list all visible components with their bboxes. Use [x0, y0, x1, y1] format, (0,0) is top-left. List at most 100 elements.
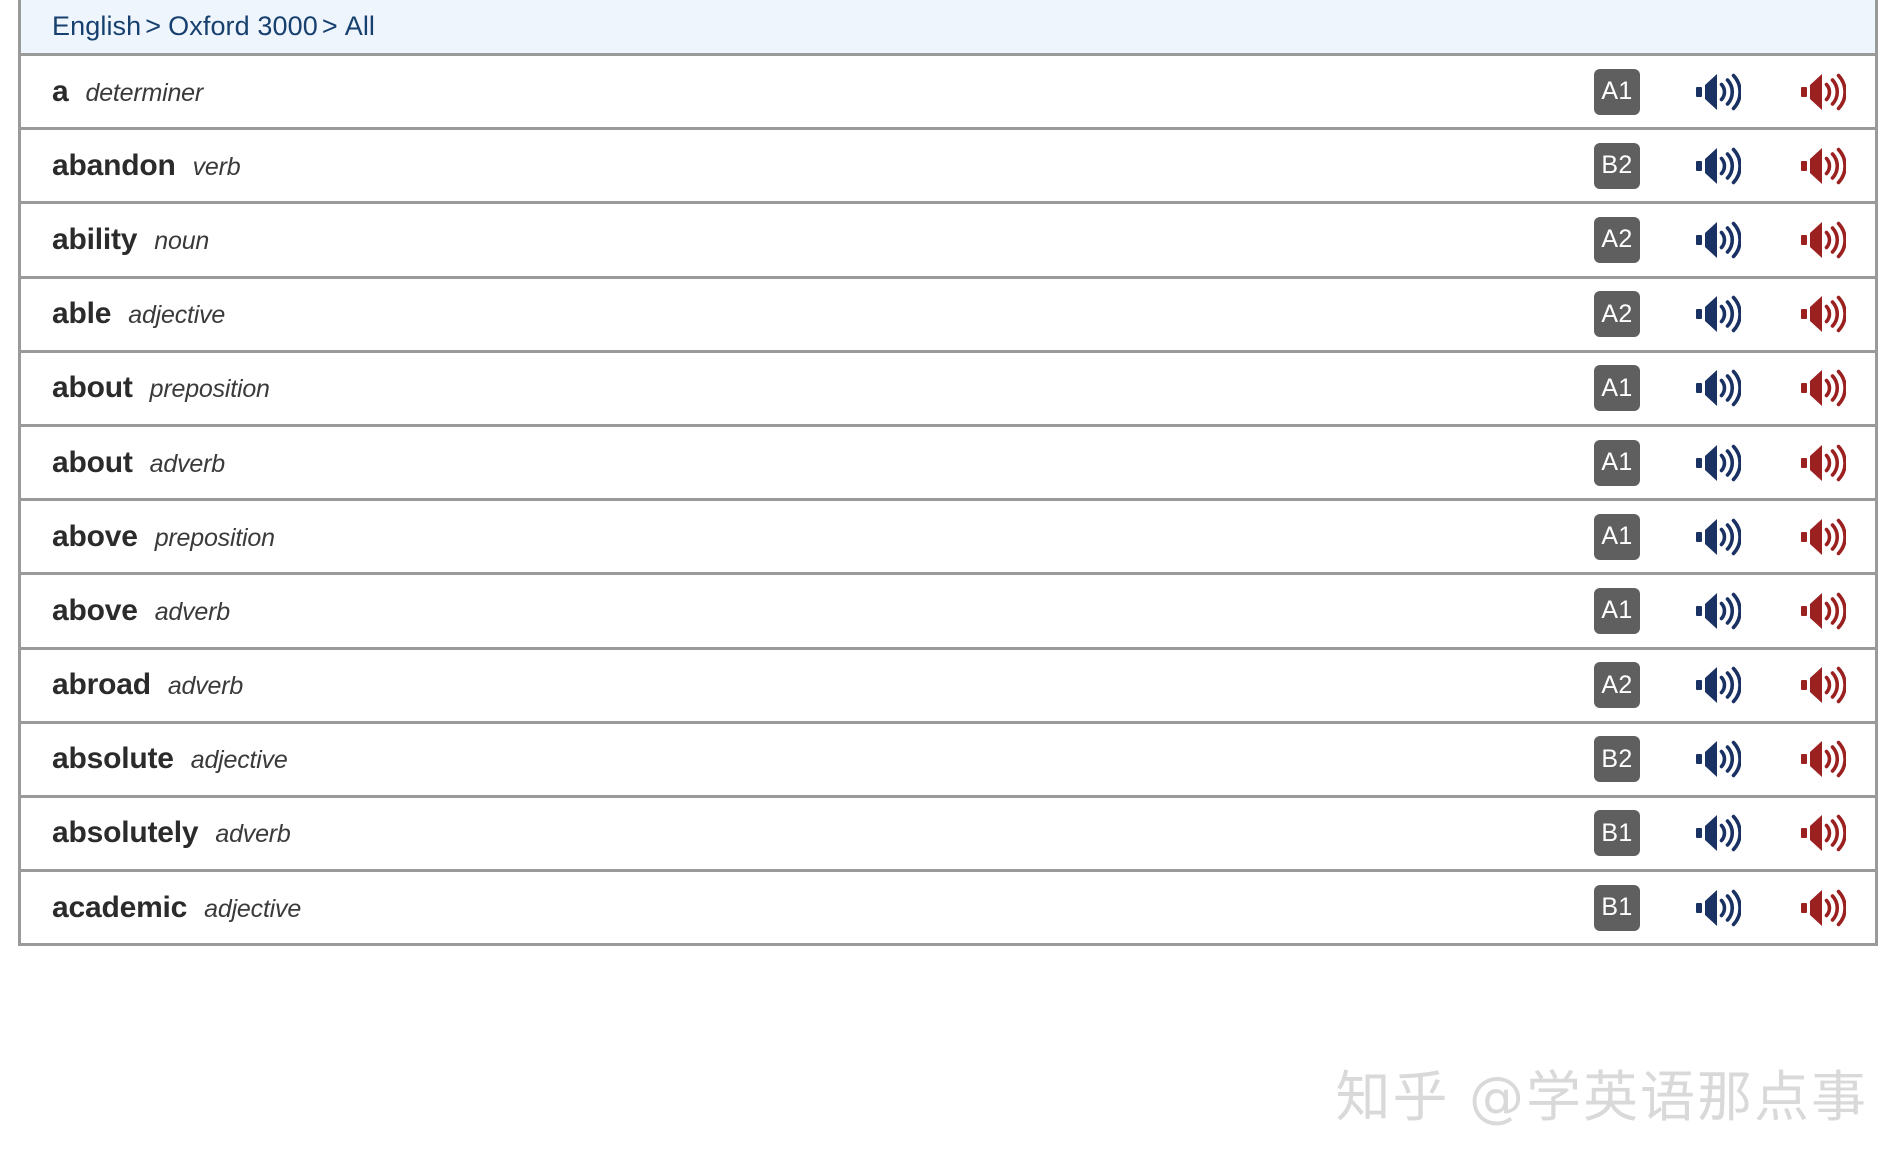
american-audio-cell: [1770, 517, 1875, 557]
word-label[interactable]: absolute: [52, 742, 174, 776]
status-badge[interactable]: A1: [1594, 439, 1640, 486]
word-label[interactable]: about: [52, 371, 133, 405]
speaker-icon-british[interactable]: [1695, 739, 1741, 779]
word-cell: above preposition: [21, 520, 1569, 554]
word-label[interactable]: able: [52, 297, 111, 331]
british-audio-cell: [1665, 591, 1770, 631]
breadcrumb: English > Oxford 3000 > All: [52, 11, 375, 42]
word-cell: a determiner: [21, 75, 1569, 109]
american-audio-cell: [1770, 591, 1875, 631]
speaker-icon-british[interactable]: [1695, 888, 1741, 928]
part-of-speech-label: adverb: [215, 820, 291, 849]
part-of-speech-label: adverb: [167, 672, 244, 701]
word-cell: absolutely adverb: [21, 816, 1569, 850]
table-row[interactable]: about preposition A1: [21, 352, 1875, 427]
table-row[interactable]: ability noun A2: [21, 204, 1875, 279]
word-label[interactable]: abroad: [52, 668, 151, 702]
breadcrumb-item-all[interactable]: All: [345, 11, 375, 42]
speaker-icon-american[interactable]: [1800, 517, 1846, 557]
british-audio-cell: [1665, 220, 1770, 260]
status-badge[interactable]: B2: [1594, 142, 1640, 189]
speaker-icon-american[interactable]: [1800, 813, 1846, 853]
word-label[interactable]: about: [52, 446, 133, 480]
table-row[interactable]: academic adjective B1: [21, 872, 1875, 947]
speaker-icon-american[interactable]: [1800, 220, 1846, 260]
speaker-icon-american[interactable]: [1800, 665, 1846, 705]
word-label[interactable]: a: [52, 75, 69, 109]
word-label[interactable]: above: [52, 594, 138, 628]
word-cell: about preposition: [21, 371, 1569, 405]
table-row[interactable]: able adjective A2: [21, 278, 1875, 353]
speaker-icon-american[interactable]: [1800, 294, 1846, 334]
cefr-badge-cell: A1: [1569, 513, 1665, 560]
british-audio-cell: [1665, 665, 1770, 705]
word-cell: absolute adjective: [21, 742, 1569, 776]
word-label[interactable]: ability: [52, 223, 137, 257]
word-label[interactable]: above: [52, 520, 138, 554]
british-audio-cell: [1665, 443, 1770, 483]
watermark: 知乎 @学英语那点事: [1335, 1065, 1868, 1129]
british-audio-cell: [1665, 72, 1770, 112]
speaker-icon-british[interactable]: [1695, 220, 1741, 260]
speaker-icon-british[interactable]: [1695, 443, 1741, 483]
part-of-speech-label: determiner: [85, 78, 204, 107]
status-badge[interactable]: A1: [1594, 587, 1640, 634]
status-badge[interactable]: B1: [1594, 884, 1640, 931]
british-audio-cell: [1665, 888, 1770, 928]
status-badge[interactable]: B2: [1594, 736, 1640, 783]
american-audio-cell: [1770, 888, 1875, 928]
british-audio-cell: [1665, 813, 1770, 853]
speaker-icon-american[interactable]: [1800, 739, 1846, 779]
speaker-icon-british[interactable]: [1695, 813, 1741, 853]
speaker-icon-british[interactable]: [1695, 72, 1741, 112]
speaker-icon-american[interactable]: [1800, 72, 1846, 112]
word-label[interactable]: abandon: [52, 149, 176, 183]
speaker-icon-american[interactable]: [1800, 146, 1846, 186]
status-badge[interactable]: A1: [1594, 365, 1640, 412]
speaker-icon-american[interactable]: [1800, 591, 1846, 631]
speaker-icon-british[interactable]: [1695, 146, 1741, 186]
status-badge[interactable]: A2: [1594, 291, 1640, 338]
speaker-icon-british[interactable]: [1695, 591, 1741, 631]
table-row[interactable]: about adverb A1: [21, 426, 1875, 502]
breadcrumb-item-oxford-3000[interactable]: Oxford 3000: [168, 11, 318, 42]
cefr-badge-cell: B1: [1569, 810, 1665, 857]
word-cell: abroad adverb: [21, 668, 1569, 702]
word-cell: ability noun: [21, 223, 1569, 257]
table-row[interactable]: absolute adjective B2: [21, 723, 1875, 798]
cefr-badge-cell: A1: [1569, 68, 1665, 115]
status-badge[interactable]: A2: [1594, 662, 1640, 709]
table-row[interactable]: abandon verb B2: [21, 130, 1875, 205]
speaker-icon-british[interactable]: [1695, 294, 1741, 334]
speaker-icon-british[interactable]: [1695, 665, 1741, 705]
table-row[interactable]: absolutely adverb B1: [21, 797, 1875, 873]
status-badge[interactable]: A1: [1594, 68, 1640, 115]
word-label[interactable]: absolutely: [52, 816, 199, 850]
part-of-speech-label: adverb: [149, 449, 225, 478]
speaker-icon-american[interactable]: [1800, 443, 1846, 483]
table-row[interactable]: above adverb A1: [21, 575, 1875, 650]
table-row[interactable]: above preposition A1: [21, 501, 1875, 576]
word-cell: able adjective: [21, 297, 1569, 331]
speaker-icon-british[interactable]: [1695, 368, 1741, 408]
speaker-icon-american[interactable]: [1800, 888, 1846, 928]
status-badge[interactable]: A1: [1594, 513, 1640, 560]
status-badge[interactable]: A2: [1594, 216, 1640, 263]
word-cell: above adverb: [21, 594, 1569, 628]
british-audio-cell: [1665, 294, 1770, 334]
speaker-icon-british[interactable]: [1695, 517, 1741, 557]
american-audio-cell: [1770, 443, 1875, 483]
cefr-badge-cell: B1: [1569, 884, 1665, 931]
british-audio-cell: [1665, 146, 1770, 186]
breadcrumb-item-english[interactable]: English: [52, 11, 141, 42]
cefr-badge-cell: A1: [1569, 365, 1665, 412]
word-cell: abandon verb: [21, 149, 1569, 183]
status-badge[interactable]: B1: [1594, 810, 1640, 857]
word-label[interactable]: academic: [52, 891, 187, 925]
table-row[interactable]: a determiner A1: [21, 56, 1875, 131]
cefr-badge-cell: A2: [1569, 216, 1665, 263]
table-row[interactable]: abroad adverb A2: [21, 649, 1875, 724]
breadcrumb-separator: >: [321, 11, 338, 41]
speaker-icon-american[interactable]: [1800, 368, 1846, 408]
word-list-page: English > Oxford 3000 > All a determiner…: [0, 0, 1898, 1168]
